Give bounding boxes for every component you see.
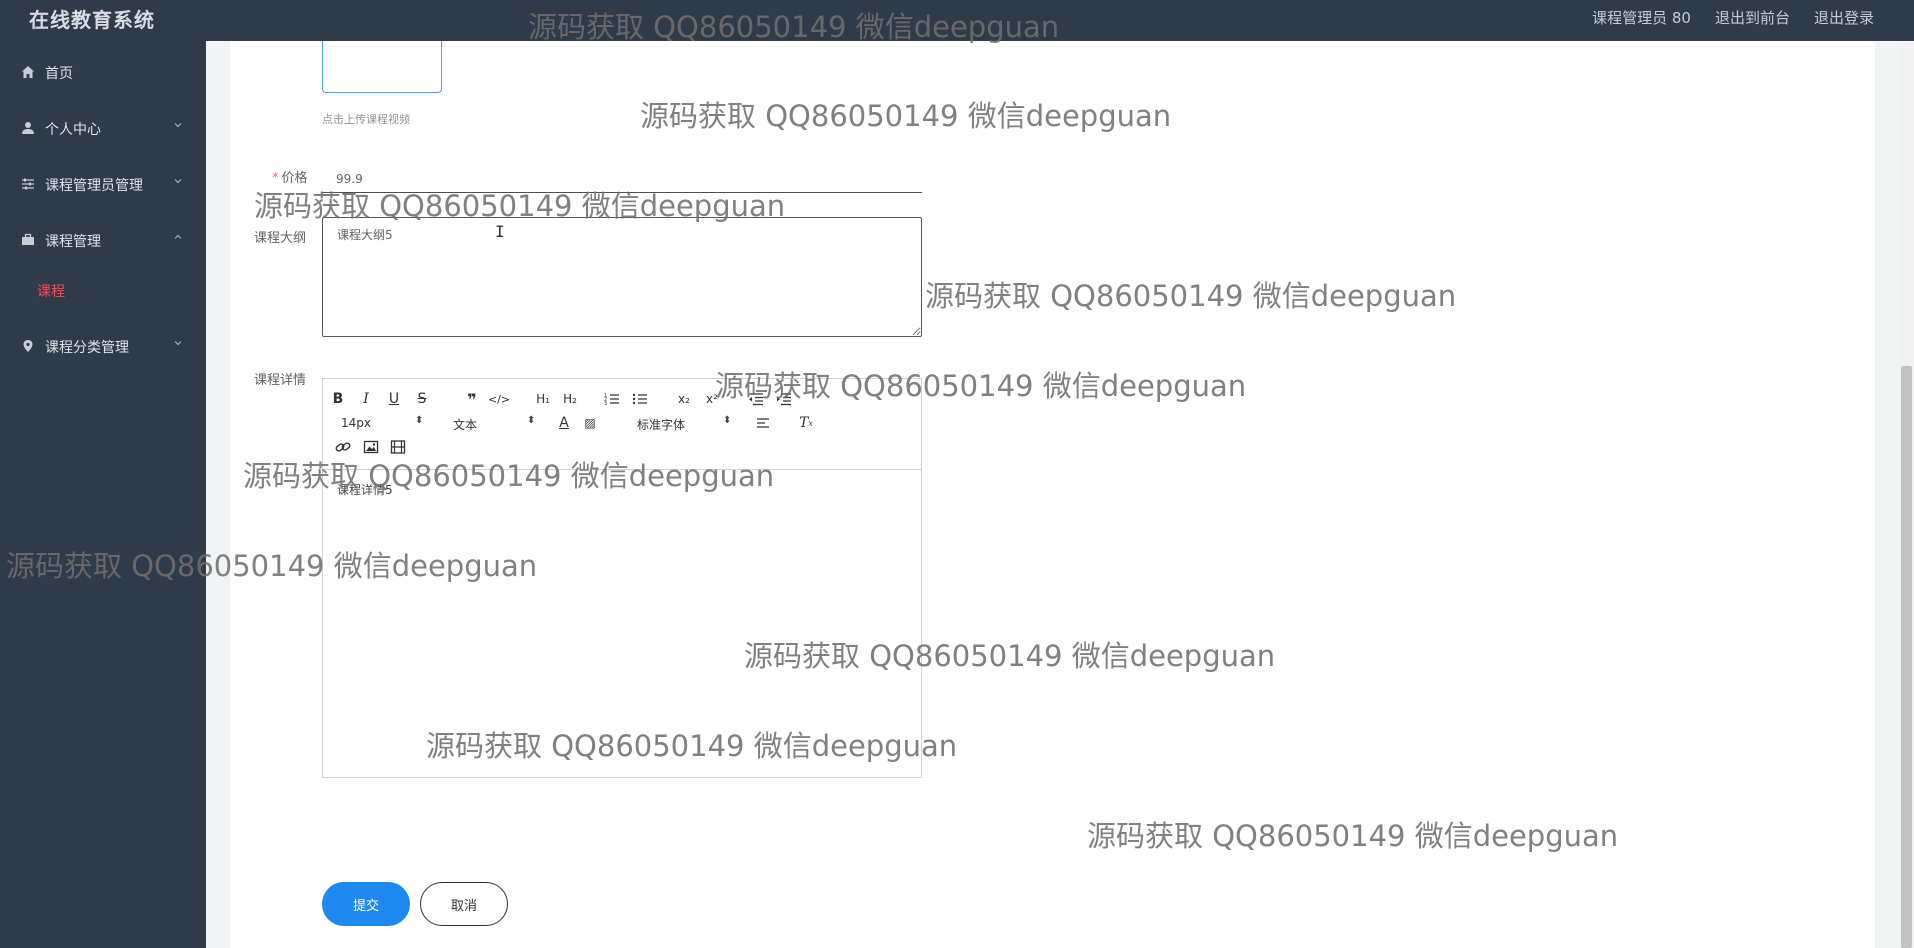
- exit-to-front-link[interactable]: 退出到前台: [1715, 7, 1790, 28]
- svg-text:3: 3: [604, 401, 607, 407]
- font-family-value: 标准字体: [637, 418, 686, 432]
- select-arrow-icon: ⬍: [723, 415, 732, 426]
- submit-button[interactable]: 提交: [322, 882, 410, 926]
- code-block-icon[interactable]: </>: [488, 389, 510, 409]
- outline-textarea[interactable]: 课程大纲5: [322, 217, 922, 337]
- sidebar-item-label: 首页: [45, 66, 73, 82]
- required-mark: *: [272, 171, 279, 186]
- background-color-icon[interactable]: ▨: [579, 413, 601, 433]
- sidebar-item-personal-center[interactable]: 个人中心: [0, 114, 206, 142]
- app-title: 在线教育系统: [29, 8, 155, 32]
- user-icon: [19, 119, 37, 137]
- sidebar-item-label: 课程分类管理: [45, 340, 129, 356]
- upload-hint: 点击上传课程视频: [322, 113, 410, 126]
- ordered-list-icon[interactable]: 123: [601, 389, 623, 409]
- text-cursor-icon: I: [495, 222, 505, 241]
- sidebar-item-course-management[interactable]: 课程管理: [0, 226, 206, 254]
- select-arrow-icon: ⬍: [527, 415, 536, 426]
- chevron-down-icon: [173, 120, 183, 130]
- sidebar-subitem-course[interactable]: 课程: [37, 281, 65, 301]
- heading-1-icon[interactable]: H₁: [532, 389, 554, 409]
- price-label: * 价格: [272, 167, 308, 186]
- logout-link[interactable]: 退出登录: [1814, 7, 1874, 28]
- font-size-select[interactable]: 14px ⬍: [341, 415, 424, 430]
- clear-format-icon[interactable]: Tx: [795, 413, 817, 433]
- editor-content[interactable]: 课程详情5: [323, 470, 921, 777]
- sidebar-item-label: 课程管理员管理: [45, 178, 143, 194]
- briefcase-icon: [19, 231, 37, 249]
- indent-icon[interactable]: [773, 389, 795, 409]
- outdent-icon[interactable]: [745, 389, 767, 409]
- italic-icon[interactable]: I: [355, 389, 377, 409]
- sidebar-item-course-category-management[interactable]: 课程分类管理: [0, 332, 206, 360]
- chevron-down-icon: [173, 176, 183, 186]
- link-icon[interactable]: [332, 437, 354, 457]
- outline-label: 课程大纲: [254, 231, 307, 246]
- price-label-text: 价格: [281, 171, 308, 186]
- editor-toolbar: B I U S ❞ </> H₁ H₂ 123 x₂ x² 14px ⬍ 文本 ⬍ …: [323, 379, 921, 470]
- home-icon: [19, 63, 37, 81]
- heading-2-icon[interactable]: H₂: [559, 389, 581, 409]
- sidebar-item-course-admin-management[interactable]: 课程管理员管理: [0, 170, 206, 198]
- current-user-label: 课程管理员 80: [1592, 9, 1691, 27]
- sidebar-item-home[interactable]: 首页: [0, 58, 206, 86]
- underline-icon[interactable]: U: [383, 389, 405, 409]
- font-color-icon[interactable]: A: [553, 413, 575, 433]
- header-value: 文本: [453, 418, 478, 432]
- blockquote-icon[interactable]: ❞: [461, 389, 483, 409]
- sidebar-item-label: 课程管理: [45, 234, 101, 250]
- align-icon[interactable]: [753, 413, 775, 433]
- strike-icon[interactable]: S: [411, 389, 433, 409]
- top-navbar: 在线教育系统 课程管理员 80 退出到前台 退出登录: [0, 0, 1914, 41]
- rich-text-editor: B I U S ❞ </> H₁ H₂ 123 x₂ x² 14px ⬍ 文本 ⬍ …: [322, 378, 922, 778]
- sidebar-item-label: 个人中心: [45, 122, 101, 138]
- map-pin-icon: [19, 337, 37, 355]
- image-icon[interactable]: [360, 437, 382, 457]
- cancel-button[interactable]: 取消: [420, 882, 508, 926]
- select-arrow-icon: ⬍: [415, 415, 424, 426]
- font-family-select[interactable]: 标准字体 ⬍: [637, 415, 732, 433]
- sidebar: 首页 个人中心 课程管理员管理 课程管理 课程 课程分类管理: [0, 41, 206, 948]
- superscript-icon[interactable]: x²: [701, 389, 723, 409]
- top-right-links: 课程管理员 80 退出到前台 退出登录: [1592, 7, 1874, 28]
- chevron-down-icon: [173, 338, 183, 348]
- price-input[interactable]: [322, 165, 922, 193]
- header-select[interactable]: 文本 ⬍: [453, 415, 536, 433]
- font-size-value: 14px: [341, 416, 371, 430]
- bullet-list-icon[interactable]: [629, 389, 651, 409]
- scrollbar-thumb[interactable]: [1901, 366, 1912, 948]
- sliders-icon: [19, 175, 37, 193]
- details-label: 课程详情: [254, 373, 307, 388]
- video-icon[interactable]: [387, 437, 409, 457]
- chevron-up-icon: [173, 232, 183, 242]
- bold-icon[interactable]: B: [327, 389, 349, 409]
- subscript-icon[interactable]: x₂: [673, 389, 695, 409]
